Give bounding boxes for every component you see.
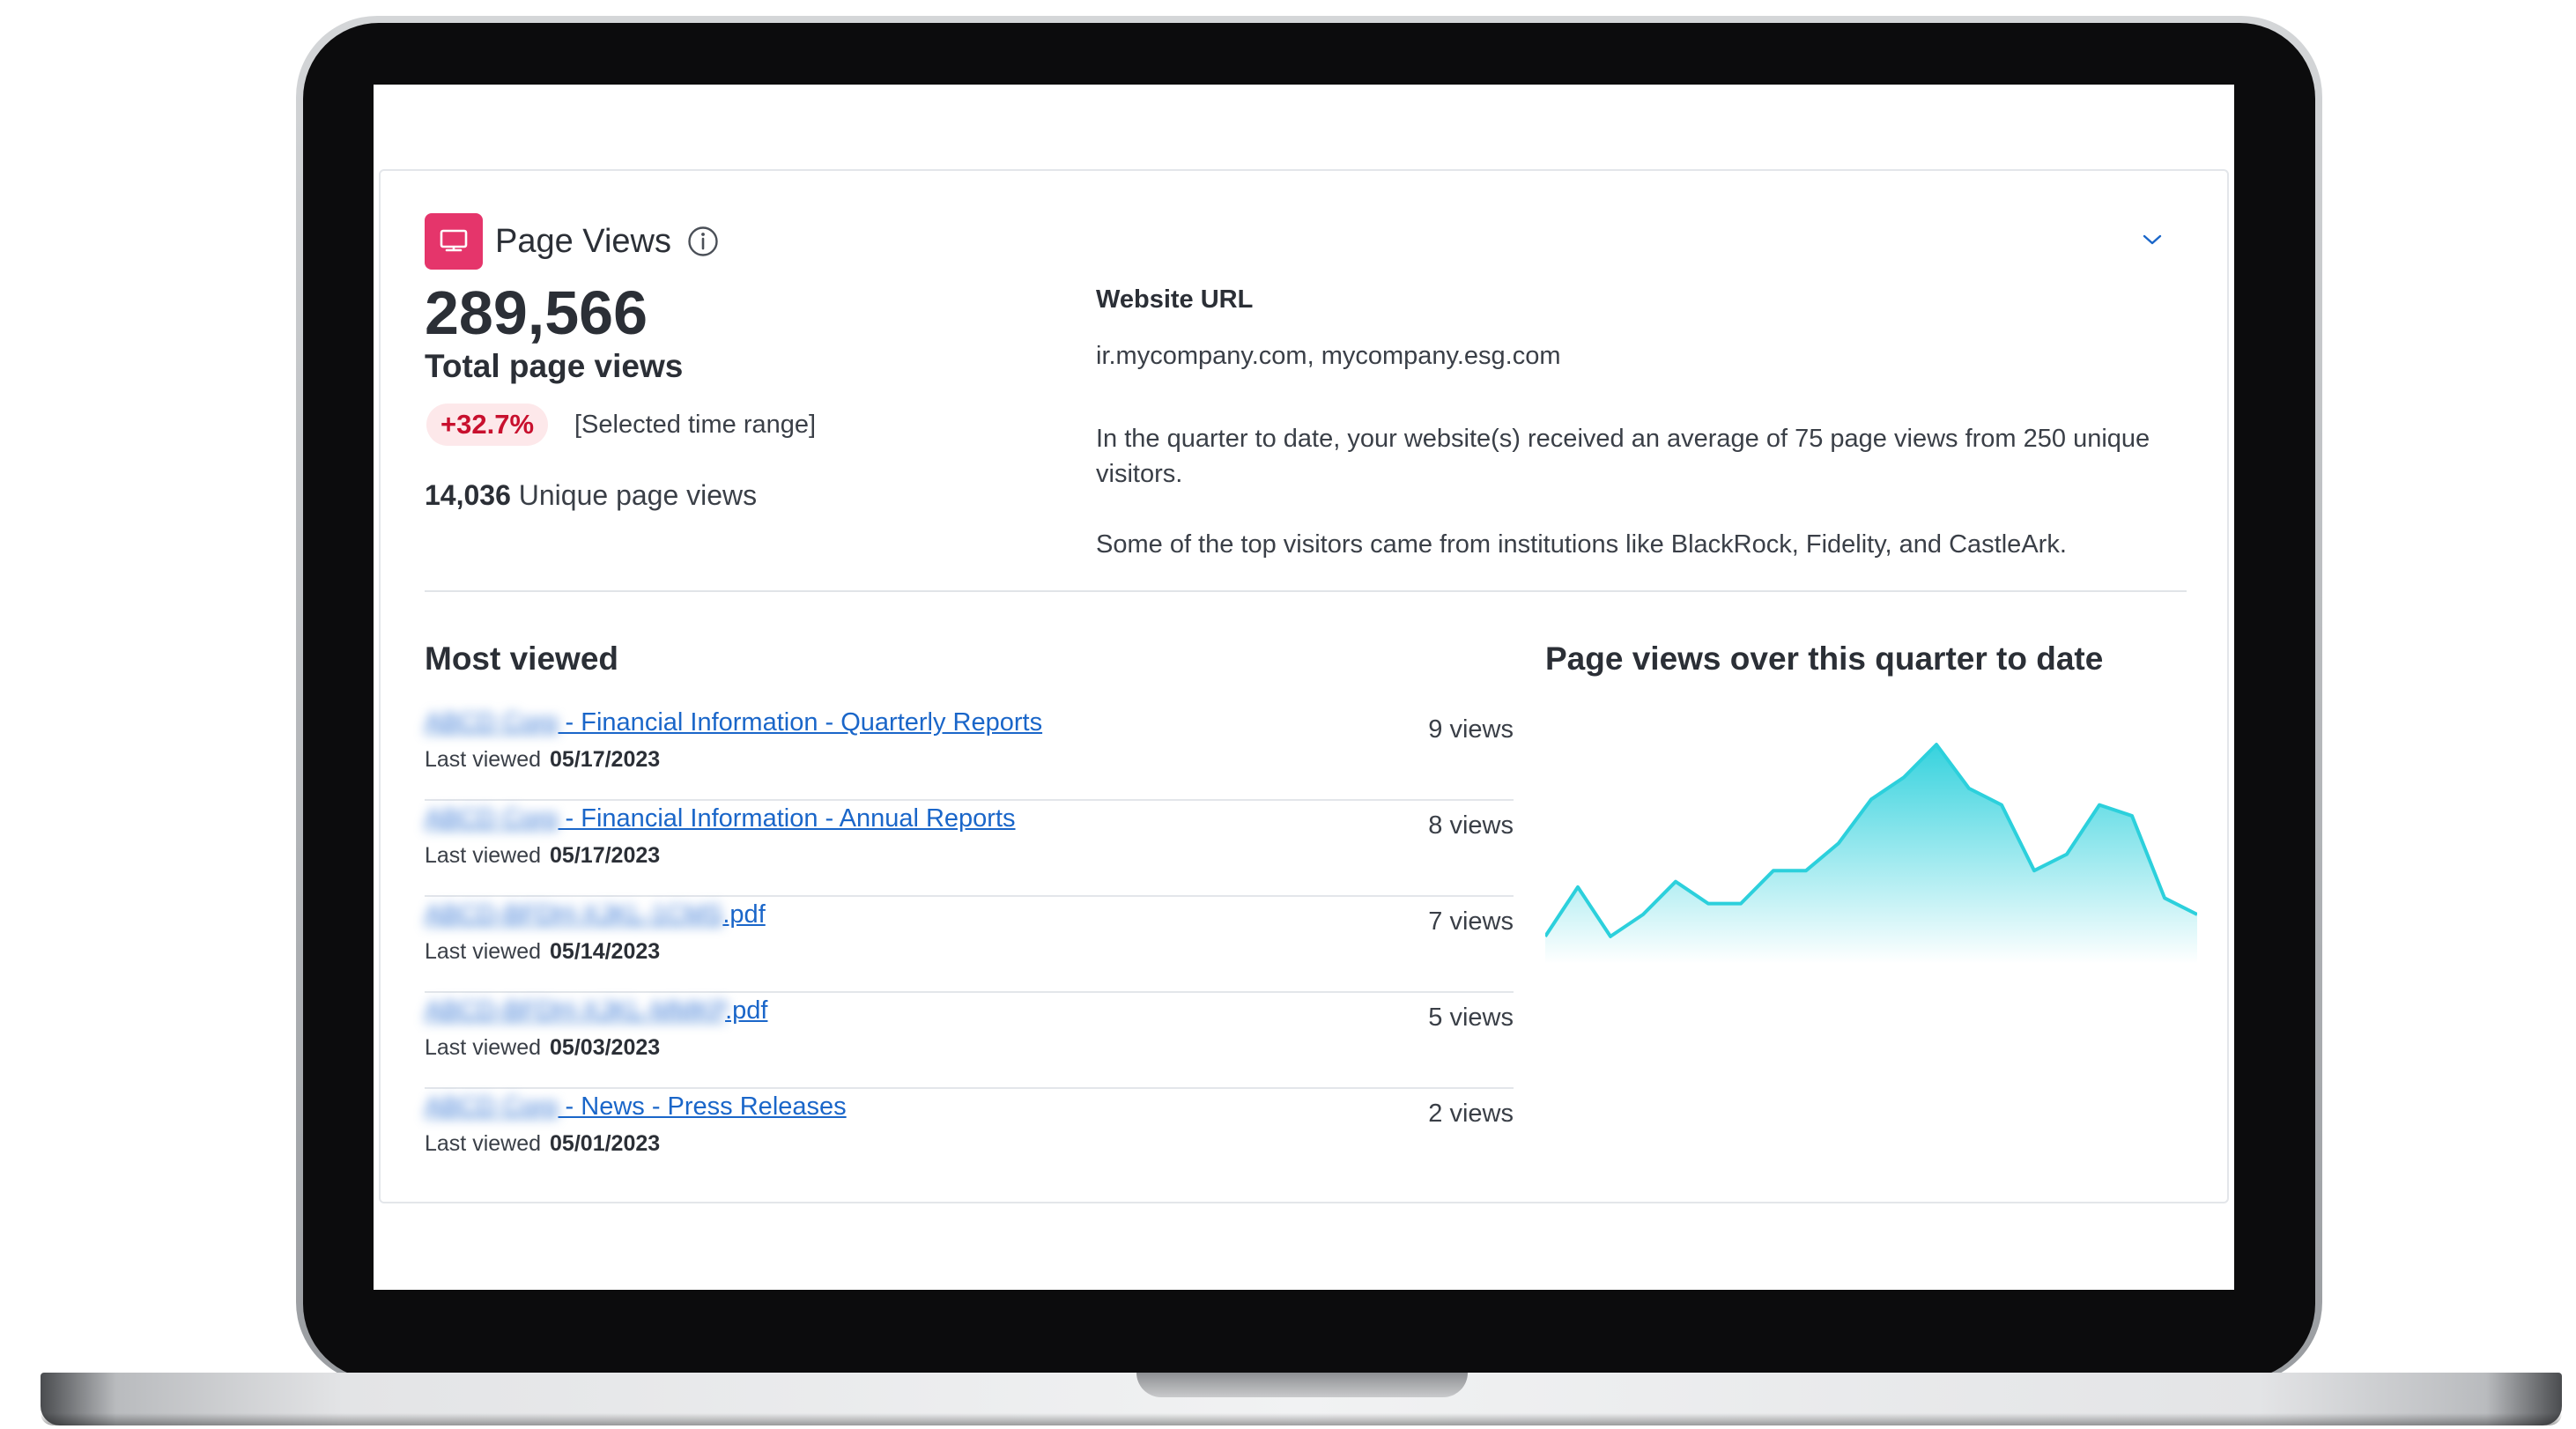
last-viewed-date: 05/01/2023 [550, 1131, 661, 1156]
view-count: 9 views [1428, 715, 1514, 744]
view-count: 8 views [1428, 811, 1514, 840]
page-link-text: .pdf [725, 996, 768, 1025]
page-link-text: .pdf [722, 900, 766, 929]
last-viewed-meta: Last viewed 05/03/2023 [425, 1032, 660, 1063]
laptop-screen: Page Views 289,566 Total page views +32.… [374, 85, 2234, 1290]
page-link-text: - Financial Information - Annual Reports [558, 804, 1016, 833]
laptop-base-shadow [41, 1413, 2562, 1425]
last-viewed-date: 05/17/2023 [550, 843, 661, 868]
blurred-page-name: ABCD-BFDH-XJKL-1CMS [425, 900, 723, 929]
unique-page-views-value: 14,036 [425, 479, 511, 511]
last-viewed-date: 05/03/2023 [550, 1035, 661, 1060]
list-item: ABCD-BFDH-XJKL-1CMS.pdf Last viewed 05/14… [425, 897, 1514, 993]
section-divider [425, 590, 2187, 592]
page-views-chart [1543, 708, 2198, 973]
last-viewed-label: Last viewed [425, 843, 542, 868]
total-page-views-label: Total page views [425, 348, 684, 384]
view-count: 5 views [1428, 1003, 1514, 1032]
last-viewed-label: Last viewed [425, 747, 542, 772]
last-viewed-meta: Last viewed 05/17/2023 [425, 840, 660, 871]
unique-page-views-label: Unique page views [518, 479, 758, 511]
page-views-card: Page Views 289,566 Total page views +32.… [379, 169, 2229, 1203]
info-icon[interactable] [687, 226, 719, 257]
page-link[interactable]: ABCD-BFDH-XJKL-1CMS.pdf [425, 897, 766, 932]
blurred-page-name: ABCD Corp [425, 804, 559, 833]
last-viewed-meta: Last viewed 05/14/2023 [425, 936, 660, 967]
presentation-screen-icon [425, 213, 483, 270]
last-viewed-date: 05/17/2023 [550, 747, 661, 772]
list-item: ABCD-BFDH-XJKL-MMKP.pdf Last viewed 05/03… [425, 993, 1514, 1089]
change-badge: +32.7% [426, 404, 549, 446]
chart-area [1545, 744, 2197, 964]
page-link[interactable]: ABCD Corp - Financial Information - Quar… [425, 705, 1042, 740]
laptop-notch [1136, 1373, 1468, 1397]
page-views-chart-svg [1543, 743, 2198, 964]
blurred-page-name: ABCD-BFDH-XJKL-MMKP [425, 996, 726, 1025]
blurred-page-name: ABCD Corp [425, 1092, 559, 1121]
last-viewed-meta: Last viewed 05/17/2023 [425, 744, 660, 775]
website-url-value: ir.mycompany.com, mycompany.esg.com [1096, 342, 1561, 370]
last-viewed-meta: Last viewed 05/01/2023 [425, 1128, 660, 1159]
view-count: 7 views [1428, 907, 1514, 936]
blurred-page-name: ABCD Corp [425, 708, 559, 737]
page-link[interactable]: ABCD-BFDH-XJKL-MMKP.pdf [425, 993, 767, 1028]
list-item: ABCD Corp - News - Press Releases Last v… [425, 1089, 1514, 1185]
page-link-text: - Financial Information - Quarterly Repo… [558, 708, 1043, 737]
page-link[interactable]: ABCD Corp - News - Press Releases [425, 1089, 847, 1124]
most-viewed-heading: Most viewed [425, 640, 618, 677]
chevron-down-icon[interactable] [2139, 229, 2165, 250]
total-page-views-value: 289,566 [425, 278, 648, 347]
top-visitors-text: Some of the top visitors came from insti… [1096, 530, 2067, 559]
last-viewed-label: Last viewed [425, 1131, 542, 1156]
quarter-summary-text: In the quarter to date, your website(s) … [1096, 425, 2150, 488]
chart-title: Page views over this quarter to date [1545, 640, 2104, 677]
unique-page-views: 14,036 Unique page views [425, 474, 757, 516]
time-range-label: [Selected time range] [574, 411, 817, 439]
last-viewed-label: Last viewed [425, 1035, 542, 1060]
most-viewed-list: ABCD Corp - Financial Information - Quar… [425, 705, 1514, 1185]
card-title: Page Views [495, 223, 671, 260]
website-url-heading: Website URL [1096, 285, 1254, 314]
list-item: ABCD Corp - Financial Information - Annu… [425, 801, 1514, 897]
view-count: 2 views [1428, 1100, 1514, 1128]
list-item: ABCD Corp - Financial Information - Quar… [425, 705, 1514, 801]
last-viewed-date: 05/14/2023 [550, 939, 661, 964]
last-viewed-label: Last viewed [425, 939, 542, 964]
page-link[interactable]: ABCD Corp - Financial Information - Annu… [425, 801, 1016, 836]
page-link-text: - News - Press Releases [558, 1092, 847, 1121]
